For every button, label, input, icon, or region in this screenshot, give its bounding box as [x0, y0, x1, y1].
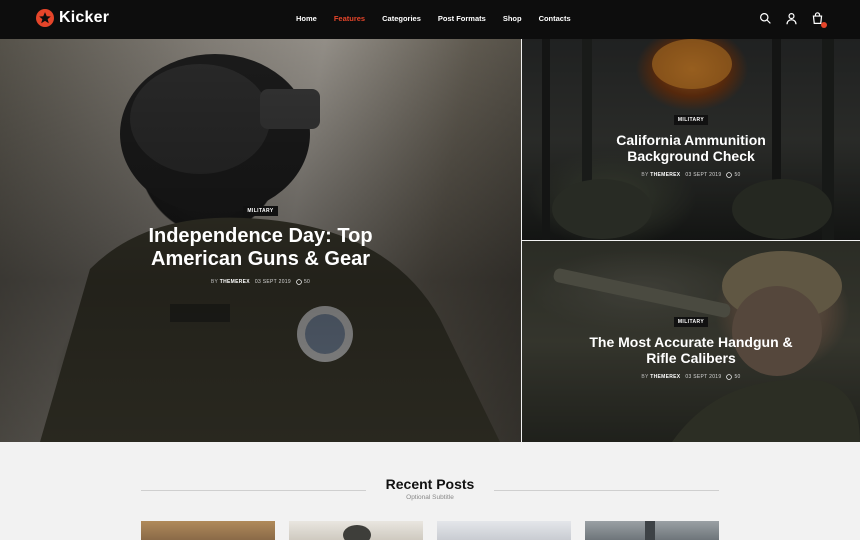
meta-comments[interactable]: 50 — [726, 374, 740, 380]
recent-post-thumbnail[interactable] — [141, 521, 275, 540]
hero-top-right-post[interactable]: Military California Ammunition Backgroun… — [522, 39, 860, 240]
meta-by: BY — [210, 279, 219, 285]
meta-date: 03 SEPT 2019 — [685, 374, 722, 381]
site-header: Kicker Home Features Categories Post For… — [0, 0, 860, 39]
logo-text: Kicker — [59, 9, 110, 26]
meta-author[interactable]: THEMEREX — [220, 279, 250, 285]
nav-item-home[interactable]: Home — [296, 14, 317, 23]
meta-author[interactable]: THEMEREX — [650, 172, 680, 178]
recent-post-thumbnail-image — [645, 521, 655, 540]
hero-main-title[interactable]: Independence Day: Top American Guns & Ge… — [0, 225, 521, 271]
meta-comments-count: 50 — [303, 279, 311, 285]
post-meta: BY THEMEREX 03 SEPT 2019 50 — [0, 279, 521, 285]
hero-bottom-right-title-line1: The Most Accurate Handgun & — [589, 334, 793, 350]
post-meta: BY THEMEREX 03 SEPT 2019 50 — [522, 374, 860, 380]
recent-posts-heading: Recent Posts — [0, 476, 860, 494]
meta-by: BY — [641, 374, 649, 381]
hero-top-right-content: Military California Ammunition Backgroun… — [522, 108, 860, 178]
meta-comments-count: 50 — [734, 172, 741, 179]
hero-main-post[interactable]: Military Independence Day: Top American … — [0, 39, 521, 442]
cart-icon[interactable] — [811, 12, 827, 28]
main-nav: Home Features Categories Post Formats Sh… — [296, 14, 588, 23]
hero-bottom-right-content: Military The Most Accurate Handgun & Rif… — [522, 310, 860, 380]
post-meta: BY THEMEREX 03 SEPT 2019 50 — [522, 172, 860, 178]
comment-icon — [726, 374, 733, 380]
meta-date: 03 SEPT 2019 — [254, 279, 291, 285]
hero-top-right-title[interactable]: California Ammunition Background Check — [522, 132, 860, 164]
header-actions — [759, 12, 827, 28]
meta-comments[interactable]: 50 — [296, 279, 310, 285]
meta-comments[interactable]: 50 — [726, 172, 740, 178]
hero-bottom-right-title-line2: Rifle Calibers — [646, 350, 736, 367]
logo[interactable]: Kicker — [36, 9, 109, 27]
recent-post-thumbnail-image — [343, 525, 371, 540]
hero-top-right-title-line1: California Ammunition — [616, 132, 766, 148]
hero-top-right-title-line2: Background Check — [627, 148, 755, 165]
comment-icon — [296, 279, 302, 285]
nav-item-categories[interactable]: Categories — [382, 14, 421, 23]
meta-comments-count: 50 — [734, 374, 741, 381]
category-badge[interactable]: Military — [673, 115, 709, 125]
hero-main-title-line2: American Guns & Gear — [151, 248, 370, 270]
hero-bottom-right-post[interactable]: Military The Most Accurate Handgun & Rif… — [522, 241, 860, 442]
meta-author[interactable]: THEMEREX — [650, 374, 680, 380]
recent-post-thumbnail[interactable] — [289, 521, 423, 540]
meta-date: 03 SEPT 2019 — [685, 172, 722, 179]
category-badge[interactable]: Military — [673, 317, 709, 327]
section-title: Recent Posts — [373, 476, 487, 492]
category-badge[interactable]: Military — [243, 206, 278, 216]
hero-main-title-line1: Independence Day: Top — [148, 225, 373, 247]
nav-item-features[interactable]: Features — [334, 14, 365, 23]
star-logo-icon — [36, 9, 54, 27]
nav-item-shop[interactable]: Shop — [503, 14, 522, 23]
meta-by: BY — [641, 172, 649, 179]
user-icon[interactable] — [785, 12, 798, 25]
comment-icon — [726, 172, 733, 178]
nav-item-contacts[interactable]: Contacts — [539, 14, 571, 23]
recent-post-thumbnail[interactable] — [437, 521, 571, 540]
recent-post-thumbnail[interactable] — [585, 521, 719, 540]
cart-count-badge — [821, 22, 827, 28]
section-subtitle: Optional Subtitle — [406, 494, 454, 501]
hero-main-content: Military Independence Day: Top American … — [0, 199, 521, 285]
search-icon[interactable] — [759, 12, 772, 25]
hero-bottom-right-title[interactable]: The Most Accurate Handgun & Rifle Calibe… — [522, 334, 860, 366]
nav-item-post-formats[interactable]: Post Formats — [438, 14, 486, 23]
